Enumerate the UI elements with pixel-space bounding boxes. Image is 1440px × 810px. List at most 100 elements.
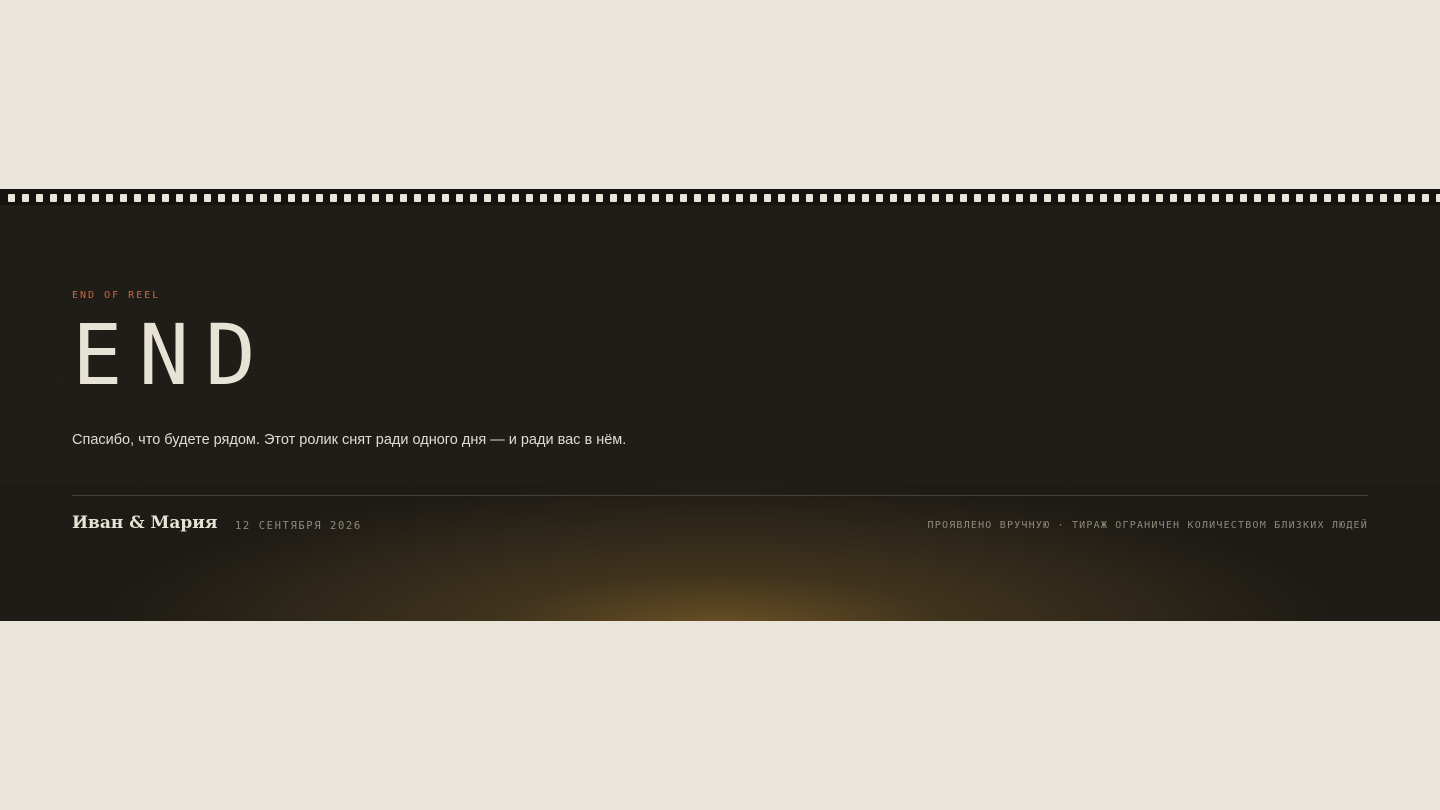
sprocket-hole	[1086, 194, 1093, 202]
projector-glow	[0, 189, 1440, 621]
film-sprockets-icon	[0, 189, 1440, 205]
sprocket-hole	[554, 194, 561, 202]
sprocket-hole	[862, 194, 869, 202]
sprocket-hole	[106, 194, 113, 202]
sprocket-hole	[1240, 194, 1247, 202]
sprocket-hole	[176, 194, 183, 202]
sprocket-hole	[876, 194, 883, 202]
sprocket-hole	[1184, 194, 1191, 202]
sprocket-hole	[456, 194, 463, 202]
sprocket-hole	[484, 194, 491, 202]
sprocket-hole	[92, 194, 99, 202]
sprocket-hole	[750, 194, 757, 202]
sprocket-hole	[694, 194, 701, 202]
sprocket-hole	[470, 194, 477, 202]
edition-note: ПРОЯВЛЕНО ВРУЧНУЮ · ТИРАЖ ОГРАНИЧЕН КОЛИ…	[927, 520, 1368, 531]
sprocket-hole	[806, 194, 813, 202]
event-date: 12 СЕНТЯБРЯ 2026	[235, 520, 362, 532]
sprocket-hole	[386, 194, 393, 202]
end-title: END	[72, 306, 272, 404]
sprocket-hole	[680, 194, 687, 202]
sprocket-hole	[820, 194, 827, 202]
sprocket-hole	[1114, 194, 1121, 202]
sprocket-hole	[22, 194, 29, 202]
sprocket-hole	[162, 194, 169, 202]
sprocket-hole	[1198, 194, 1205, 202]
sprocket-hole	[1282, 194, 1289, 202]
sprocket-hole	[666, 194, 673, 202]
sprocket-hole	[260, 194, 267, 202]
sprocket-hole	[624, 194, 631, 202]
sprocket-hole	[1268, 194, 1275, 202]
sprocket-hole	[890, 194, 897, 202]
sprocket-hole	[302, 194, 309, 202]
sprocket-hole	[1394, 194, 1401, 202]
sprocket-hole	[120, 194, 127, 202]
sprocket-hole	[1142, 194, 1149, 202]
sprocket-hole	[414, 194, 421, 202]
sprocket-hole	[428, 194, 435, 202]
sprocket-hole	[246, 194, 253, 202]
sprocket-hole	[960, 194, 967, 202]
sprocket-hole	[1310, 194, 1317, 202]
sprocket-hole	[190, 194, 197, 202]
sprocket-hole	[848, 194, 855, 202]
sprocket-hole	[372, 194, 379, 202]
sprocket-hole	[358, 194, 365, 202]
sprocket-hole	[540, 194, 547, 202]
sprocket-hole	[1296, 194, 1303, 202]
sprocket-hole	[134, 194, 141, 202]
sprocket-hole	[1380, 194, 1387, 202]
sprocket-hole	[1072, 194, 1079, 202]
sprocket-hole	[610, 194, 617, 202]
sprocket-hole	[148, 194, 155, 202]
sprocket-hole	[1338, 194, 1345, 202]
thanks-message: Спасибо, что будете рядом. Этот ролик сн…	[72, 432, 627, 448]
sprocket-hole	[1422, 194, 1429, 202]
sprocket-hole	[568, 194, 575, 202]
sprocket-hole	[1170, 194, 1177, 202]
sprocket-hole	[36, 194, 43, 202]
sprocket-hole	[1352, 194, 1359, 202]
sprocket-hole	[218, 194, 225, 202]
sprocket-hole	[330, 194, 337, 202]
sprocket-hole	[1100, 194, 1107, 202]
sprocket-hole	[78, 194, 85, 202]
sprocket-hole	[764, 194, 771, 202]
sprocket-hole	[1254, 194, 1261, 202]
reel-kicker: END OF REEL	[72, 290, 161, 301]
sprocket-hole	[1436, 194, 1440, 202]
sprocket-hole	[512, 194, 519, 202]
sprocket-hole	[1226, 194, 1233, 202]
sprocket-hole	[1002, 194, 1009, 202]
sprocket-hole	[204, 194, 211, 202]
sprocket-hole	[638, 194, 645, 202]
sprocket-hole	[582, 194, 589, 202]
sprocket-hole	[596, 194, 603, 202]
sprocket-hole	[1058, 194, 1065, 202]
sprocket-hole	[736, 194, 743, 202]
sprocket-hole	[1408, 194, 1415, 202]
sprocket-hole	[288, 194, 295, 202]
sprocket-hole	[232, 194, 239, 202]
sprocket-hole	[778, 194, 785, 202]
sprocket-hole	[1128, 194, 1135, 202]
end-reel-section: END OF REEL END Спасибо, что будете рядо…	[0, 189, 1440, 621]
sprocket-hole	[932, 194, 939, 202]
sprocket-hole	[834, 194, 841, 202]
sprocket-hole	[526, 194, 533, 202]
sprocket-hole	[708, 194, 715, 202]
couple-names: Иван & Мария	[72, 513, 218, 533]
footer-divider	[72, 495, 1368, 496]
sprocket-hole	[1044, 194, 1051, 202]
sprocket-hole	[974, 194, 981, 202]
sprocket-hole	[988, 194, 995, 202]
sprocket-hole	[50, 194, 57, 202]
sprocket-hole	[8, 194, 15, 202]
sprocket-hole	[344, 194, 351, 202]
sprocket-hole	[1366, 194, 1373, 202]
sprocket-hole	[946, 194, 953, 202]
page: END OF REEL END Спасибо, что будете рядо…	[0, 0, 1440, 810]
sprocket-hole	[918, 194, 925, 202]
sprocket-hole	[400, 194, 407, 202]
